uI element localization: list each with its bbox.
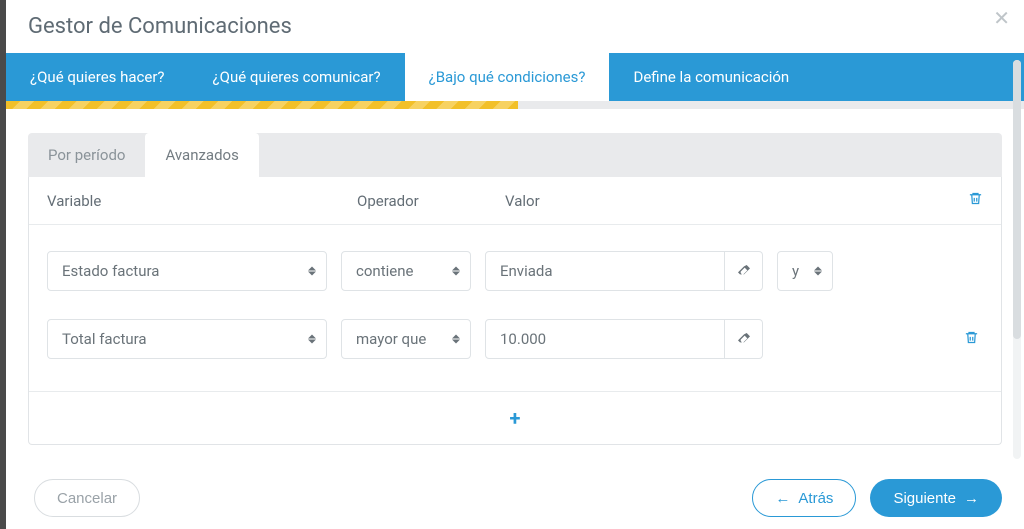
subtab-advanced[interactable]: Avanzados	[145, 133, 258, 177]
progress-bar	[6, 101, 1024, 109]
subtab-period[interactable]: Por período	[28, 133, 145, 177]
operator-select-value: contiene	[356, 262, 413, 280]
body: Por período Avanzados Variable Operador …	[6, 109, 1024, 465]
logic-select[interactable]: y	[777, 251, 833, 291]
value-input[interactable]: 10.000	[485, 319, 725, 359]
add-row-area: +	[29, 391, 1001, 444]
add-row-button[interactable]: +	[510, 406, 521, 430]
wizard-tabs: ¿Qué quieres hacer? ¿Qué quieres comunic…	[6, 53, 1024, 101]
scrollbar-thumb[interactable]	[1013, 60, 1021, 339]
arrow-right-icon: →	[964, 490, 979, 507]
modal-title: Gestor de Comunicaciones	[6, 0, 1024, 53]
eraser-icon	[736, 263, 752, 279]
delete-row-button[interactable]	[964, 330, 983, 349]
back-button[interactable]: ← Atrás	[752, 479, 856, 517]
variable-select[interactable]: Total factura	[47, 319, 327, 359]
eraser-icon	[736, 331, 752, 347]
condition-row: Total factura mayor que 10.000	[47, 305, 983, 373]
cancel-button[interactable]: Cancelar	[34, 479, 140, 517]
col-value-header: Valor	[505, 192, 953, 210]
operator-select[interactable]: mayor que	[341, 319, 471, 359]
operator-select-value: mayor que	[356, 330, 426, 348]
select-arrows-icon	[814, 267, 822, 276]
logic-select-value: y	[792, 262, 799, 280]
conditions-rows: Estado factura contiene Enviada	[29, 224, 1001, 391]
cancel-label: Cancelar	[57, 490, 117, 507]
condition-row: Estado factura contiene Enviada	[47, 237, 983, 305]
footer: Cancelar ← Atrás Siguiente →	[12, 467, 1024, 529]
value-text: 10.000	[500, 330, 546, 348]
wizard-tab-define[interactable]: Define la comunicación	[609, 53, 813, 101]
next-button[interactable]: Siguiente →	[870, 479, 1002, 517]
conditions-header: Variable Operador Valor	[29, 177, 1001, 224]
scrollbar[interactable]	[1013, 60, 1021, 459]
progress-fill	[6, 101, 518, 109]
select-arrows-icon	[452, 267, 460, 276]
next-label: Siguiente	[893, 490, 956, 507]
wizard-tab-what-communicate[interactable]: ¿Qué quieres comunicar?	[189, 53, 405, 101]
value-text: Enviada	[500, 262, 553, 280]
value-input[interactable]: Enviada	[485, 251, 725, 291]
close-icon[interactable]: ✕	[993, 6, 1010, 30]
arrow-left-icon: ←	[775, 490, 790, 507]
select-arrows-icon	[452, 335, 460, 344]
variable-select-value: Estado factura	[62, 262, 159, 280]
clear-value-button[interactable]	[725, 319, 763, 359]
back-label: Atrás	[798, 490, 833, 507]
col-variable-header: Variable	[47, 192, 357, 210]
variable-select[interactable]: Estado factura	[47, 251, 327, 291]
wizard-tab-what-do[interactable]: ¿Qué quieres hacer?	[6, 53, 189, 101]
operator-select[interactable]: contiene	[341, 251, 471, 291]
select-arrows-icon	[308, 267, 316, 276]
select-arrows-icon	[308, 335, 316, 344]
value-group: 10.000	[485, 319, 763, 359]
conditions-panel: Variable Operador Valor Estado factura c…	[28, 177, 1002, 445]
variable-select-value: Total factura	[62, 330, 147, 348]
clear-value-button[interactable]	[725, 251, 763, 291]
wizard-tab-conditions[interactable]: ¿Bajo qué condiciones?	[405, 53, 610, 101]
value-group: Enviada	[485, 251, 763, 291]
sub-tabs: Por período Avanzados	[28, 133, 1002, 177]
col-operator-header: Operador	[357, 192, 505, 210]
modal: ✕ Gestor de Comunicaciones ¿Qué quieres …	[0, 0, 1024, 529]
clear-all-button[interactable]	[953, 191, 983, 210]
